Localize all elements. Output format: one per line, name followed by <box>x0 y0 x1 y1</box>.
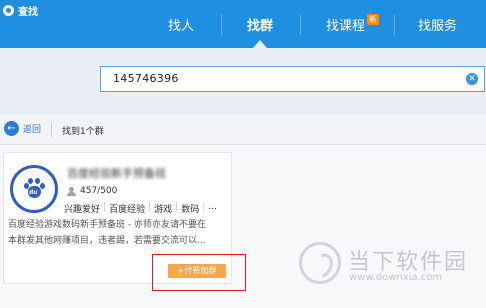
back-button[interactable]: ← 返回 <box>4 121 41 136</box>
watermark-url: www.downxia.com <box>349 272 443 283</box>
tab-find-services[interactable]: 找服务 <box>418 0 457 48</box>
new-badge: 新 <box>367 13 380 25</box>
tab-label: 找群 <box>247 18 274 34</box>
active-tab-indicator <box>253 40 267 48</box>
group-description: 百度经验游戏数码新手预备班 - 亦师亦友请不要在 本群发其他网赚项目，违者踢，若… <box>8 217 230 249</box>
arrow-left-icon: ← <box>4 121 19 136</box>
result-bar: ← 返回 找到1个群 <box>0 114 486 145</box>
tag: 数码 <box>181 205 200 215</box>
top-bar: 查找 找人 找群 找课程 新 找服务 <box>0 0 486 48</box>
paw-icon: du <box>23 178 45 200</box>
member-icon <box>67 186 76 196</box>
nav-divider <box>394 15 395 35</box>
tag: ... <box>208 202 217 212</box>
tag: 兴趣爱好 <box>64 205 101 215</box>
tab-label: 找人 <box>168 18 195 34</box>
description-line: 百度经验游戏数码新手预备班 - 亦师亦友请不要在 <box>8 220 206 230</box>
search-input[interactable]: 145746396 ✕ <box>100 66 485 92</box>
member-count: 457/500 <box>67 186 117 196</box>
group-avatar[interactable]: du <box>10 165 58 213</box>
tab-label: 找服务 <box>418 18 458 34</box>
result-count: 找到1个群 <box>62 127 104 137</box>
member-count-text: 457/500 <box>80 186 118 196</box>
tab-find-courses[interactable]: 找课程 新 <box>326 0 380 48</box>
nav-divider <box>221 15 222 35</box>
watermark-logo <box>299 242 341 284</box>
nav-divider <box>300 15 301 35</box>
result-divider <box>51 123 52 137</box>
highlight-box <box>152 254 246 291</box>
tag: 游戏 <box>154 205 173 215</box>
tab-label: 找课程 <box>326 18 366 34</box>
group-tags: 兴趣爱好 | 百度经验 | 游戏 | 数码 | ... <box>64 202 217 215</box>
nav-tabs: 找人 找群 找课程 新 找服务 <box>0 0 486 48</box>
back-label: 返回 <box>23 125 42 135</box>
search-area: 145746396 ✕ <box>0 48 486 114</box>
search-input-value: 145746396 <box>113 72 179 85</box>
clear-icon[interactable]: ✕ <box>466 73 478 85</box>
tag: 百度经验 <box>109 205 146 215</box>
group-name[interactable]: 百度经验新手预备班 <box>67 165 166 181</box>
description-line: 本群发其他网赚项目，违者踢，若需要交流可以... <box>8 236 206 246</box>
tab-find-people[interactable]: 找人 <box>168 0 194 48</box>
